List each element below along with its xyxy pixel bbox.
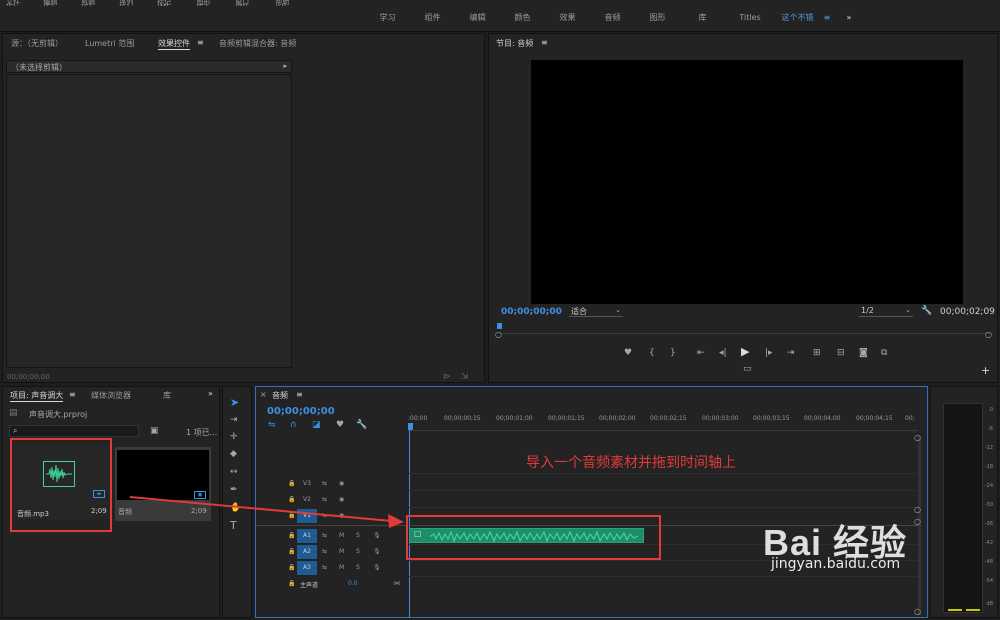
watermark-url: jingyan.baidu.com xyxy=(771,556,901,572)
baidu-watermark: Bai 经验 jingyan.baidu.com xyxy=(763,510,948,572)
